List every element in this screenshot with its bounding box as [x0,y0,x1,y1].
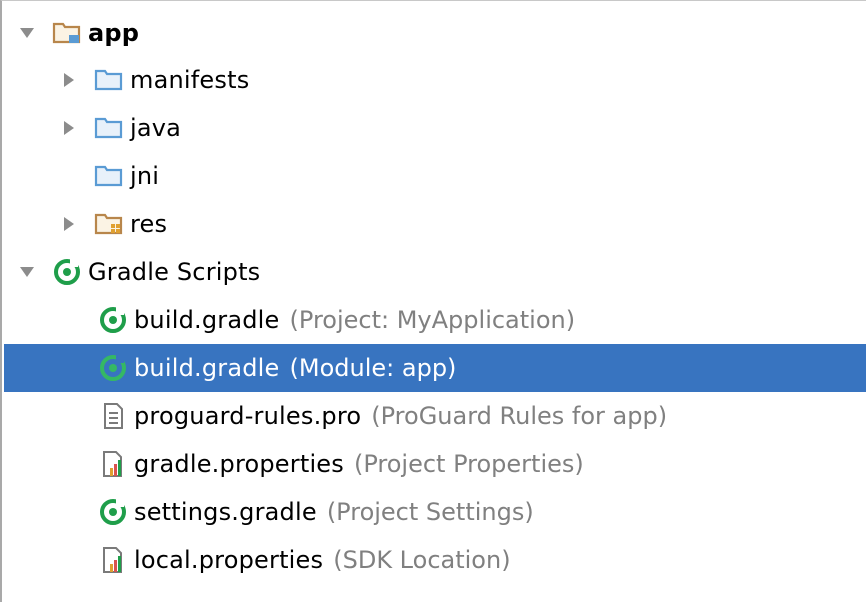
tree-node-gradle-scripts[interactable]: Gradle Scripts [4,248,866,296]
gradle-icon [98,305,128,335]
file-name: build.gradle [134,354,280,382]
file-name: settings.gradle [134,498,317,526]
resource-folder-icon [94,209,124,239]
expand-down-icon[interactable] [18,263,36,281]
gradle-icon [52,257,82,287]
tree-node-label: manifests [130,66,250,94]
gradle-icon [98,497,128,527]
tree-node-res[interactable]: res [4,200,866,248]
tree-node-manifests[interactable]: manifests [4,56,866,104]
file-hint: (Project: MyApplication) [289,306,576,334]
expand-down-icon[interactable] [18,24,36,42]
tree-node-label: res [130,210,168,238]
module-folder-icon [52,18,82,48]
tree-node-label: jni [130,162,160,190]
tree-file-settings-gradle[interactable]: settings.gradle (Project Settings) [4,488,866,536]
text-file-icon [98,401,128,431]
file-hint: (Project Properties) [353,450,584,478]
file-name: build.gradle [134,306,280,334]
tree-node-jni[interactable]: jni [4,152,866,200]
tree-file-proguard-rules[interactable]: proguard-rules.pro (ProGuard Rules for a… [4,392,866,440]
folder-icon [94,65,124,95]
file-name: proguard-rules.pro [134,402,362,430]
tree-node-label: app [88,19,140,47]
file-hint: (ProGuard Rules for app) [371,402,668,430]
expand-right-icon[interactable] [60,119,78,137]
file-hint: (Project Settings) [326,498,534,526]
tree-node-label: java [130,114,182,142]
gradle-icon [98,353,128,383]
file-name: gradle.properties [134,450,344,478]
file-hint: (SDK Location) [333,546,511,574]
expand-right-icon[interactable] [60,215,78,233]
tree-node-label: Gradle Scripts [88,258,261,286]
expand-right-icon[interactable] [60,71,78,89]
tree-node-app[interactable]: app [4,9,866,57]
folder-icon [94,161,124,191]
file-name: local.properties [134,546,324,574]
tree-file-build-gradle-project[interactable]: build.gradle (Project: MyApplication) [4,296,866,344]
properties-file-icon [98,545,128,575]
folder-icon [94,113,124,143]
file-hint: (Module: app) [289,354,457,382]
tree-file-build-gradle-module[interactable]: build.gradle (Module: app) [4,344,866,392]
tree-file-local-properties[interactable]: local.properties (SDK Location) [4,536,866,584]
project-tree-panel: app manifests java jni res Gradle Script… [0,0,866,602]
tree-file-gradle-properties[interactable]: gradle.properties (Project Properties) [4,440,866,488]
tree-node-java[interactable]: java [4,104,866,152]
properties-file-icon [98,449,128,479]
